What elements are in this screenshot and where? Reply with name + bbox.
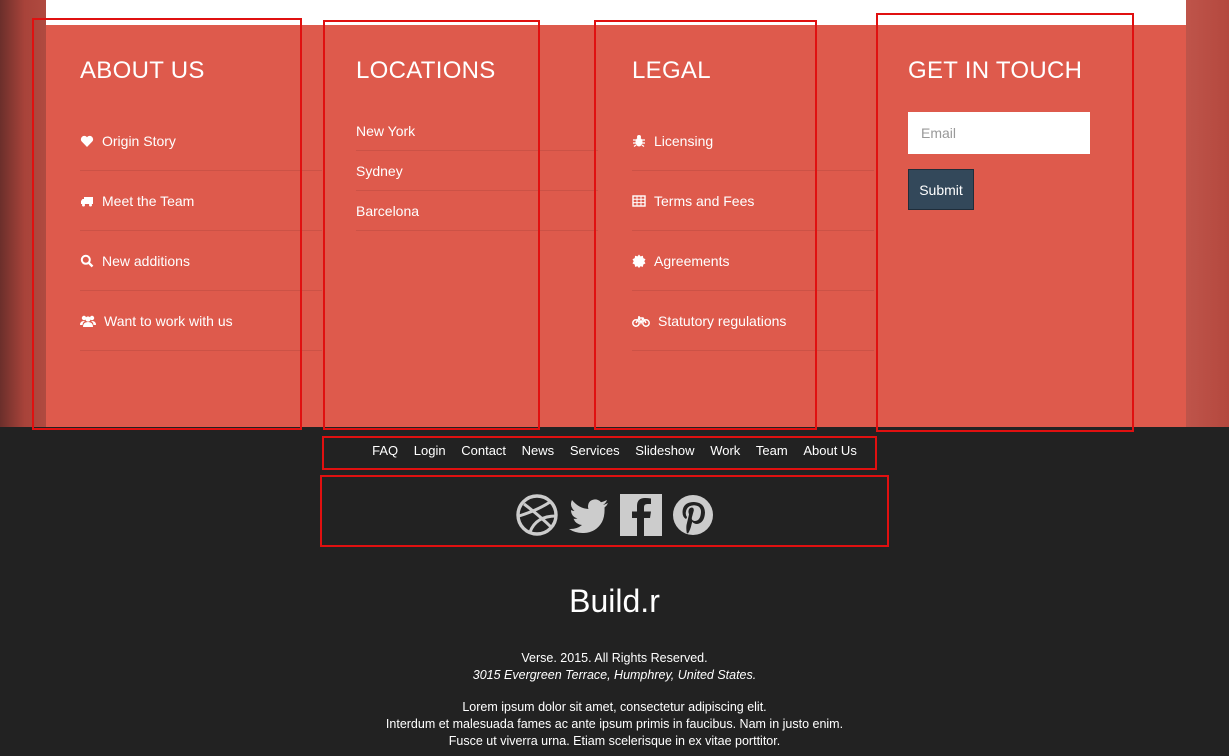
truck-icon: [80, 194, 94, 208]
lorem-line-1: Lorem ipsum dolor sit amet, consectetur …: [462, 700, 767, 714]
certificate-icon: [632, 254, 646, 268]
location-item-new-york[interactable]: New York: [356, 111, 598, 151]
facebook-icon[interactable]: [619, 494, 662, 536]
users-icon: [80, 314, 96, 328]
footer-nav-login[interactable]: Login: [414, 443, 446, 458]
about-list: Origin Story Meet the Team New additions…: [80, 111, 322, 351]
content-top-strip: [46, 0, 1186, 25]
about-item-origin-story[interactable]: Origin Story: [80, 111, 322, 171]
footer-nav-slideshow[interactable]: Slideshow: [635, 443, 694, 458]
contact-title: GET IN TOUCH: [908, 57, 1083, 84]
legal-item-label: Agreements: [654, 252, 730, 269]
footer-nav-about-us[interactable]: About Us: [803, 443, 856, 458]
dribbble-icon[interactable]: [515, 494, 558, 536]
location-item-sydney[interactable]: Sydney: [356, 151, 598, 191]
twitter-icon[interactable]: [568, 494, 610, 536]
submit-button[interactable]: Submit: [908, 169, 974, 210]
brand-name: Build.r: [569, 583, 660, 619]
heart-icon: [80, 134, 94, 148]
legal-item-agreements[interactable]: Agreements: [632, 231, 874, 291]
lorem-line-3: Fusce ut viverra urna. Etiam scelerisque…: [448, 734, 781, 748]
legal-item-label: Licensing: [654, 132, 714, 149]
legal-title: LEGAL: [632, 57, 711, 84]
pinterest-icon[interactable]: [672, 494, 714, 536]
footer-nav-news[interactable]: News: [522, 443, 555, 458]
about-item-label: Meet the Team: [102, 192, 195, 209]
legal-item-statutory-regulations[interactable]: Statutory regulations: [632, 291, 874, 351]
location-item-label: Sydney: [356, 162, 403, 179]
about-item-new-additions[interactable]: New additions: [80, 231, 322, 291]
email-placeholder: Email: [921, 125, 957, 141]
legal-item-licensing[interactable]: Licensing: [632, 111, 874, 171]
about-column: ABOUT US Origin Story Meet the Team New …: [80, 25, 322, 427]
about-item-work-with-us[interactable]: Want to work with us: [80, 291, 322, 351]
bicycle-icon: [632, 314, 650, 328]
locations-column: LOCATIONS New York Sydney Barcelona: [356, 25, 598, 427]
social-links: [0, 494, 1229, 536]
legal-item-label: Statutory regulations: [658, 312, 787, 329]
bug-icon: [632, 134, 646, 148]
about-item-label: New additions: [102, 252, 190, 269]
address-text: 3015 Evergreen Terrace, Humphrey, United…: [472, 668, 757, 682]
footer-nav-contact[interactable]: Contact: [461, 443, 506, 458]
contact-column: GET IN TOUCH Email Submit: [908, 25, 1138, 427]
footer-nav-services[interactable]: Services: [570, 443, 620, 458]
footer-nav-faq[interactable]: FAQ: [372, 443, 398, 458]
about-item-label: Origin Story: [102, 132, 176, 149]
footer-nav-team[interactable]: Team: [756, 443, 788, 458]
about-item-meet-the-team[interactable]: Meet the Team: [80, 171, 322, 231]
locations-list: New York Sydney Barcelona: [356, 111, 598, 231]
legal-item-label: Terms and Fees: [654, 192, 755, 209]
about-title: ABOUT US: [80, 57, 205, 84]
search-icon: [80, 254, 94, 268]
lorem-line-2: Interdum et malesuada fames ac ante ipsu…: [385, 717, 844, 731]
location-item-label: Barcelona: [356, 202, 420, 219]
legal-list: Licensing Terms and Fees Agreements Stat…: [632, 111, 874, 351]
locations-title: LOCATIONS: [356, 57, 496, 84]
legal-item-terms-and-fees[interactable]: Terms and Fees: [632, 171, 874, 231]
location-item-label: New York: [356, 122, 416, 139]
about-item-label: Want to work with us: [104, 312, 233, 329]
legal-column: LEGAL Licensing Terms and Fees Agreement…: [632, 25, 874, 427]
copyright-text: Verse. 2015. All Rights Reserved.: [521, 651, 708, 665]
location-item-barcelona[interactable]: Barcelona: [356, 191, 598, 231]
footer-nav-work[interactable]: Work: [710, 443, 740, 458]
email-input[interactable]: Email: [908, 112, 1090, 154]
footer-nav: FAQ Login Contact News Services Slidesho…: [0, 443, 1229, 458]
table-icon: [632, 194, 646, 208]
